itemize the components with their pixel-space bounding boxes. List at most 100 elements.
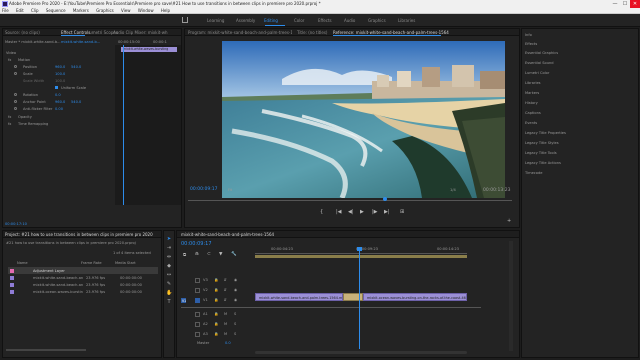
slip-tool-icon[interactable]: ↔ [166,272,172,278]
project-item-row[interactable]: Adjustment Layer [8,267,158,274]
anchor-x[interactable]: 960.0 [55,100,65,104]
snap-icon[interactable]: ⋒ [195,252,199,257]
eye-icon[interactable]: ◉ [234,288,237,292]
panel-legacy-title-properties[interactable]: Legacy Title Properties [525,131,566,135]
timeline-scrollbar[interactable] [255,351,467,354]
position-y[interactable]: 540.0 [71,65,81,69]
panel-essential-graphics[interactable]: Essential Graphics [525,51,558,55]
mute-button[interactable]: M [224,332,227,336]
panel-legacy-title-tools[interactable]: Legacy Title Tools [525,151,557,155]
program-playhead[interactable] [383,197,387,201]
panel-essential-sound[interactable]: Essential Sound [525,61,554,65]
eye-icon[interactable]: ◉ [234,278,237,282]
play-button[interactable]: ▶ [360,209,364,215]
workspace-editing[interactable]: Editing [264,18,278,23]
panel-markers[interactable]: Markers [525,91,539,95]
program-scrub-bar[interactable] [188,200,512,201]
stopwatch-icon[interactable] [14,93,17,96]
source-patch-toggle[interactable]: V1 [181,298,186,303]
mute-button[interactable]: M [224,312,227,316]
timeline-timecode[interactable]: 00:00:09:17 [181,241,212,247]
playhead-handle[interactable] [357,247,362,251]
motion-label[interactable]: Motion [18,58,30,62]
stopwatch-icon[interactable] [14,72,17,75]
stopwatch-icon[interactable] [14,65,17,68]
panel-captions[interactable]: Captions [525,111,541,115]
minimize-button[interactable]: — [610,0,620,8]
workspace-assembly[interactable]: Assembly [236,18,255,23]
column-media-start[interactable]: Media Start [115,261,136,265]
track-target-toggle[interactable] [195,312,200,317]
lock-icon[interactable]: 🔒 [214,298,218,302]
lock-icon[interactable]: 🔒 [214,312,218,316]
razor-tool-icon[interactable]: ◆ [166,263,172,269]
track-target-toggle[interactable] [195,298,200,303]
tab-project[interactable]: Project: #21 how to use transitions in b… [5,232,155,237]
track-label[interactable]: V3 [203,278,208,282]
timeline-playhead[interactable] [359,249,360,349]
track-label[interactable]: V2 [203,288,208,292]
panel-legacy-title-actions[interactable]: Legacy Title Actions [525,161,561,165]
mark-in-button[interactable]: { [320,209,323,215]
track-select-tool-icon[interactable]: ⇥ [166,245,172,251]
column-frame-rate[interactable]: Frame Rate [81,261,102,265]
home-icon[interactable] [182,17,188,23]
project-item-row[interactable]: mixkit-ocean-waves-bursting 23.976 fps 0… [8,288,158,295]
program-timecode-in[interactable]: 00:00:09:17 [190,187,217,192]
linked-selection-icon[interactable]: ⊂ [207,252,211,257]
timeline-clip-ocean[interactable]: mixkit-ocean-waves-bursting-on-the-rocks… [363,293,467,301]
panel-timecode[interactable]: Timecode [525,171,542,175]
panel-legacy-title-styles[interactable]: Legacy Title Styles [525,141,559,145]
close-button[interactable]: ✕ [630,0,640,8]
lock-icon[interactable]: 🔒 [214,322,218,326]
effect-controls-timecode[interactable]: 00:00:17:10 [5,222,27,226]
tab-title[interactable]: Title: (no titles) [297,30,327,35]
panel-info[interactable]: Info [525,33,532,37]
export-frame-button[interactable]: ⊞ [400,209,404,215]
settings-wrench-icon[interactable]: 🔧 [231,252,237,257]
mute-button[interactable]: M [224,322,227,326]
column-name[interactable]: Name [17,261,28,265]
panel-lumetri-color[interactable]: Lumetri Color [525,71,549,75]
clip-reference[interactable]: mixkit-white-sand-b... [61,40,100,44]
panel-events[interactable]: Events [525,121,537,125]
workspace-libraries[interactable]: Libraries [398,18,415,23]
sync-icon[interactable]: ⇵ [224,278,227,282]
track-label[interactable]: A3 [203,332,208,336]
pen-tool-icon[interactable]: ✎ [166,281,172,287]
solo-button[interactable]: S [234,332,236,336]
panel-libraries[interactable]: Libraries [525,81,541,85]
forward-frame-button[interactable]: |▶ [372,209,378,215]
project-zoom-slider[interactable] [6,349,86,351]
anti-flicker-value[interactable]: 0.00 [55,107,63,111]
time-remapping-label[interactable]: Time Remapping [18,122,48,126]
track-divider[interactable] [181,307,481,308]
time-ruler[interactable] [255,253,467,254]
mini-clip[interactable]: mixkit-white-waves-bursting [121,47,177,52]
track-label[interactable]: V1 [203,298,208,302]
track-label[interactable]: A1 [203,312,208,316]
anchor-y[interactable]: 540.0 [71,100,81,104]
type-tool-icon[interactable]: T [166,299,172,305]
step-forward-button[interactable]: ▶| [384,209,390,215]
add-button-icon[interactable]: + [507,218,511,224]
hand-tool-icon[interactable]: ✋ [166,290,172,296]
ripple-edit-tool-icon[interactable]: ⇹ [166,254,172,260]
track-label[interactable]: A2 [203,322,208,326]
workspace-audio[interactable]: Audio [344,18,355,23]
project-item-row[interactable]: mixkit-white-sand-beach-and 23.976 fps 0… [8,281,158,288]
track-target-toggle[interactable] [195,322,200,327]
transition-clip[interactable] [343,293,363,301]
solo-button[interactable]: S [234,322,236,326]
master-volume-value[interactable]: 0.0 [225,341,231,345]
panel-effects[interactable]: Effects [525,42,537,46]
tab-program[interactable]: Program: mixkit-white-sand-beach-and-pal… [188,30,292,35]
lock-icon[interactable]: 🔒 [214,288,218,292]
step-back-button[interactable]: |◀ [336,209,342,215]
selection-tool-icon[interactable]: ➤ [166,236,172,242]
work-area-bar[interactable] [255,255,467,258]
tab-sequence[interactable]: mixkit-white-sand-beach-and-palm-trees-1… [181,232,274,237]
lock-icon[interactable]: 🔒 [214,332,218,336]
resolution-fraction[interactable]: 1/4 [450,188,456,192]
nest-icon[interactable]: ⧉ [183,252,186,258]
